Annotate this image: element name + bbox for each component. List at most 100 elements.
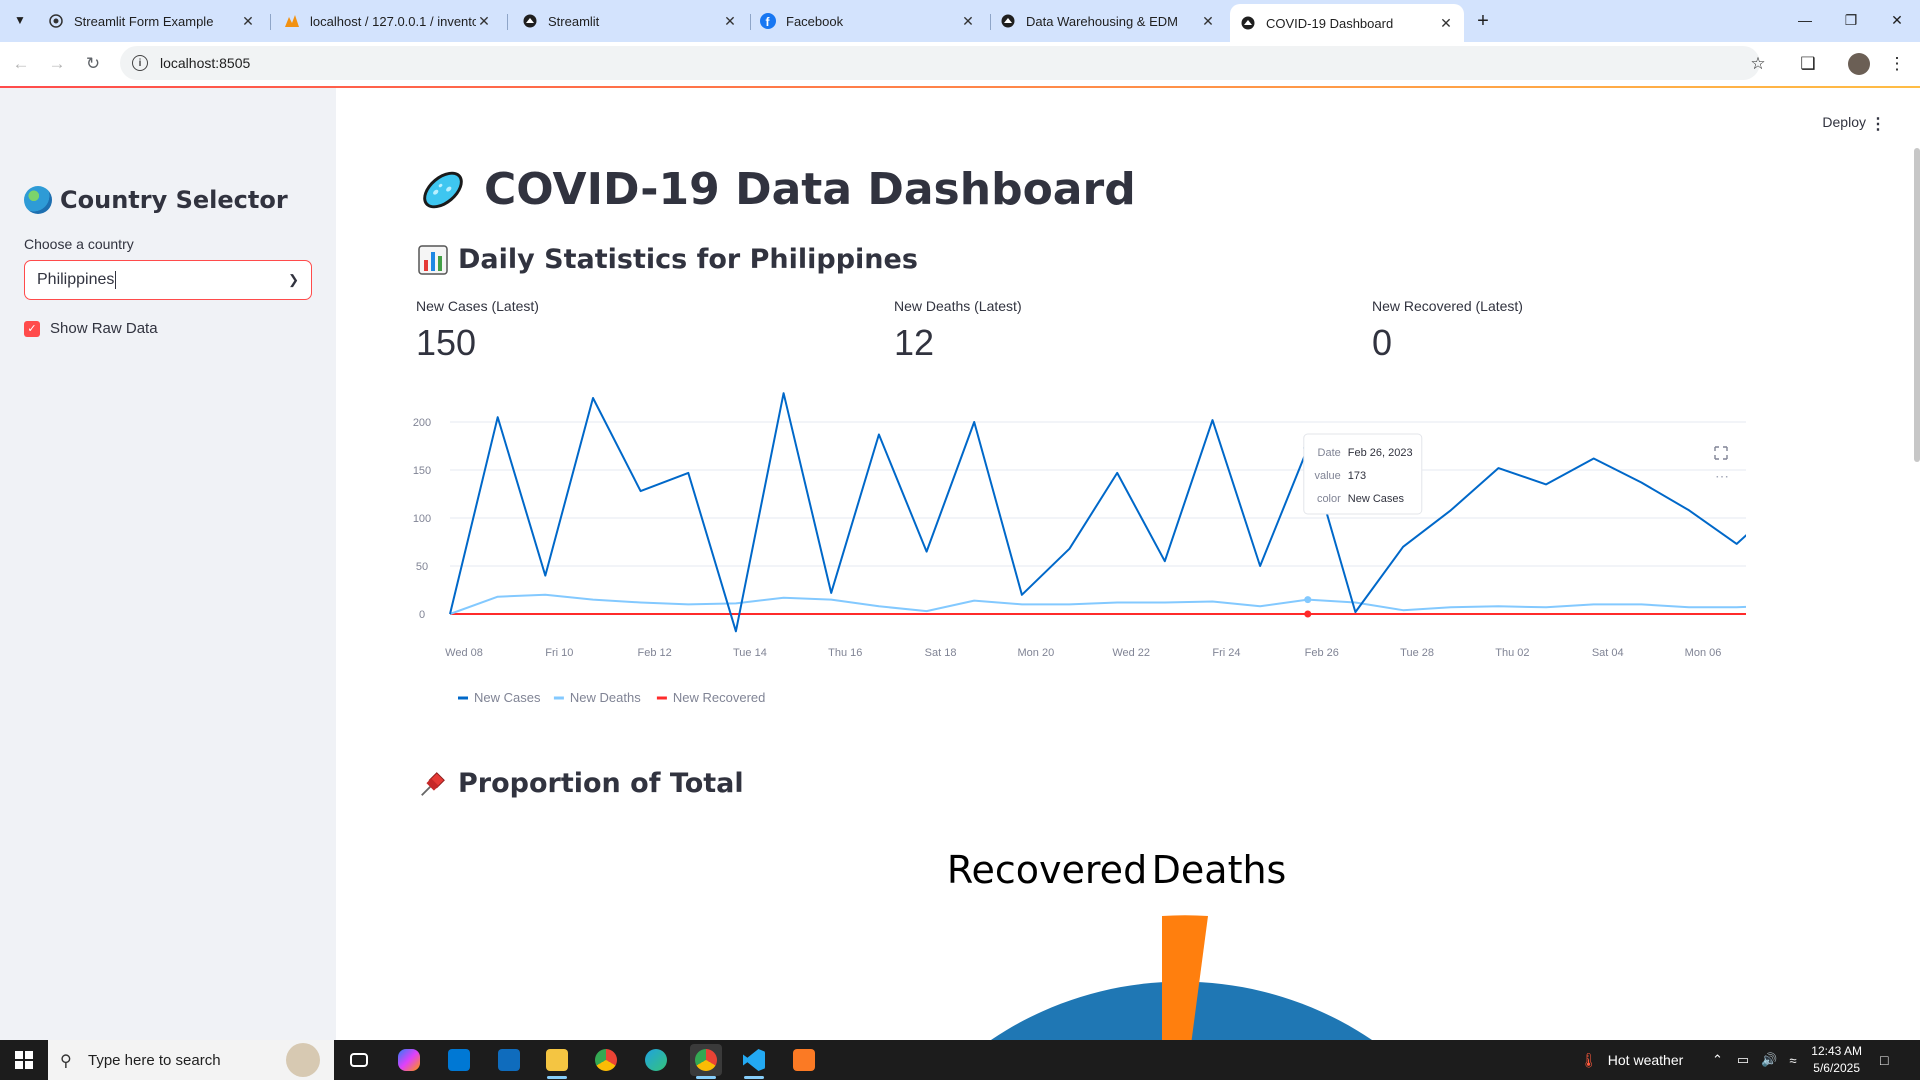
tab-data-warehousing[interactable]: Data Warehousing & EDM ✕ [990,6,1226,36]
file-explorer-icon[interactable] [541,1044,573,1076]
close-icon[interactable]: ✕ [722,13,738,29]
tooltip-value: New Cases [1348,493,1405,505]
tab-phpmyadmin[interactable]: localhost / 127.0.0.1 / inventory ✕ [274,6,502,36]
sidebar-heading-text: Country Selector [60,186,288,214]
running-indicator [547,1076,567,1079]
facebook-icon: f [760,13,776,29]
outlook-icon[interactable] [493,1044,525,1076]
reload-icon[interactable]: ↻ [80,51,106,77]
legend-label: New Deaths [570,690,641,705]
bar-chart-icon [418,244,448,275]
x-tick-label: Wed 08 [445,647,483,659]
weather-widget[interactable]: 🌡 Hot weather [1580,1040,1683,1080]
tab-streamlit-form[interactable]: Streamlit Form Example ✕ [38,6,266,36]
close-icon[interactable]: ✕ [476,13,492,29]
tab-facebook[interactable]: f Facebook ✕ [750,6,986,36]
main-menu-icon[interactable]: ⋮ [1870,114,1886,134]
copilot-icon[interactable] [393,1044,425,1076]
browser-tab-strip: ▼ Streamlit Form Example ✕ localhost / 1… [0,0,1920,42]
chrome-icon[interactable] [590,1044,622,1076]
wifi-icon[interactable]: ≈ [1789,1053,1796,1068]
scrollbar-thumb[interactable] [1914,148,1920,462]
x-tick-label: Fri 10 [545,647,573,659]
y-tick-label: 200 [413,417,431,429]
address-bar[interactable]: i localhost:8505 [120,46,1760,80]
legend-label: New Recovered [673,690,766,705]
series-line-new-cases [449,392,1833,633]
chevron-down-icon[interactable]: ❯ [288,272,299,288]
streamlit-icon [1240,15,1256,31]
taskbar-clock[interactable]: 12:43 AM 5/6/2025 [1811,1043,1862,1077]
tab-divider [507,14,508,30]
close-icon[interactable]: ✕ [1200,13,1216,29]
new-tab-button[interactable]: + [1470,8,1496,34]
close-icon[interactable]: ✕ [1438,15,1454,31]
windows-taskbar: ⚲ Type here to search 🌡 Hot weather ⌃ ▭ … [0,1040,1920,1080]
x-tick-label: Wed 22 [1112,647,1150,659]
system-tray-icons[interactable]: ⌃ ▭ 🔊 ≈ [1712,1040,1797,1080]
sidebar: Country Selector Choose a country Philip… [0,88,336,1040]
section-proportion-heading-text: Proportion of Total [458,768,744,799]
country-select[interactable]: Philippines ❯ [24,260,312,300]
streamlit-icon [1000,13,1016,29]
show-raw-data-checkbox[interactable]: ✓ Show Raw Data [24,320,158,337]
forward-arrow-icon[interactable]: → [44,51,70,77]
browser-menu-icon[interactable]: ⋮ [1884,51,1910,77]
windows-start-icon[interactable] [0,1040,48,1080]
profile-avatar[interactable] [1846,51,1872,77]
tab-streamlit[interactable]: Streamlit ✕ [512,6,748,36]
tab-search-chevron-icon[interactable]: ▼ [8,8,32,32]
series-line-new-deaths [449,593,1833,615]
browser-toolbar: ← → ↻ i localhost:8505 ☆ ❑ ⋮ [0,42,1920,84]
close-icon[interactable]: ✕ [960,13,976,29]
extensions-icon[interactable]: ❑ [1795,51,1821,77]
taskbar-search-box[interactable]: ⚲ Type here to search [48,1040,334,1080]
daily-line-chart[interactable]: ⋯ 0 50 100 150 200 Wed 08 Fri 10 Feb 12 Tue 14 Th… [406,348,1833,808]
fullscreen-icon[interactable] [1708,440,1734,466]
notifications-icon[interactable]: □ [1880,1040,1888,1080]
y-tick-label: 0 [419,609,425,621]
country-select-value: Philippines [37,271,115,288]
tooltip-key: Date [1318,447,1341,459]
section-proportion-heading: Proportion of Total [418,768,744,799]
store-icon[interactable] [443,1044,475,1076]
volume-icon[interactable]: 🔊 [1761,1052,1777,1068]
streamlit-icon [48,13,64,29]
pushpin-icon [418,769,448,799]
main-content: Deploy ⋮ COVID-19 Data Dashboard Daily S… [336,88,1920,1040]
clock-date: 5/6/2025 [1813,1061,1860,1075]
checkbox-checked-icon[interactable]: ✓ [24,320,40,337]
checkbox-label: Show Raw Data [50,320,158,337]
close-icon[interactable]: ✕ [240,13,256,29]
globe-icon [24,186,52,214]
phpmyadmin-icon [284,13,300,29]
page-title: COVID-19 Data Dashboard [418,164,1136,215]
country-select-label: Choose a country [24,236,134,252]
edge-icon[interactable] [640,1044,672,1076]
url-text: localhost:8505 [160,55,251,71]
site-info-icon[interactable]: i [132,55,148,71]
chevron-up-icon[interactable]: ⌃ [1712,1052,1723,1068]
window-close-button[interactable]: ✕ [1874,6,1920,34]
chart-tooltip: Date Feb 26, 2023 value 173 color New Cases [1303,433,1423,515]
tooltip-key: color [1317,493,1341,505]
bookmark-star-icon[interactable]: ☆ [1745,51,1771,77]
restore-button[interactable]: ❐ [1828,6,1874,34]
chrome-profile-icon[interactable] [690,1044,722,1076]
tab-covid-dashboard[interactable]: COVID-19 Dashboard ✕ [1230,4,1464,42]
minimize-button[interactable]: — [1782,6,1828,34]
text-cursor [115,271,117,289]
tab-divider [270,14,271,30]
task-view-icon[interactable] [343,1044,375,1076]
back-arrow-icon[interactable]: ← [8,51,34,77]
deploy-button[interactable]: Deploy [1822,114,1866,130]
pie-label-recovered: Recovered [947,848,1147,892]
xampp-icon[interactable] [788,1044,820,1076]
battery-icon[interactable]: ▭ [1737,1052,1749,1068]
microbe-icon [423,171,463,208]
vscode-icon[interactable] [738,1044,770,1076]
x-tick-label: Mon 06 [1685,647,1722,659]
running-indicator [744,1076,764,1079]
x-tick-label: Tue 28 [1400,647,1434,659]
tab-label: COVID-19 Dashboard [1266,15,1394,31]
